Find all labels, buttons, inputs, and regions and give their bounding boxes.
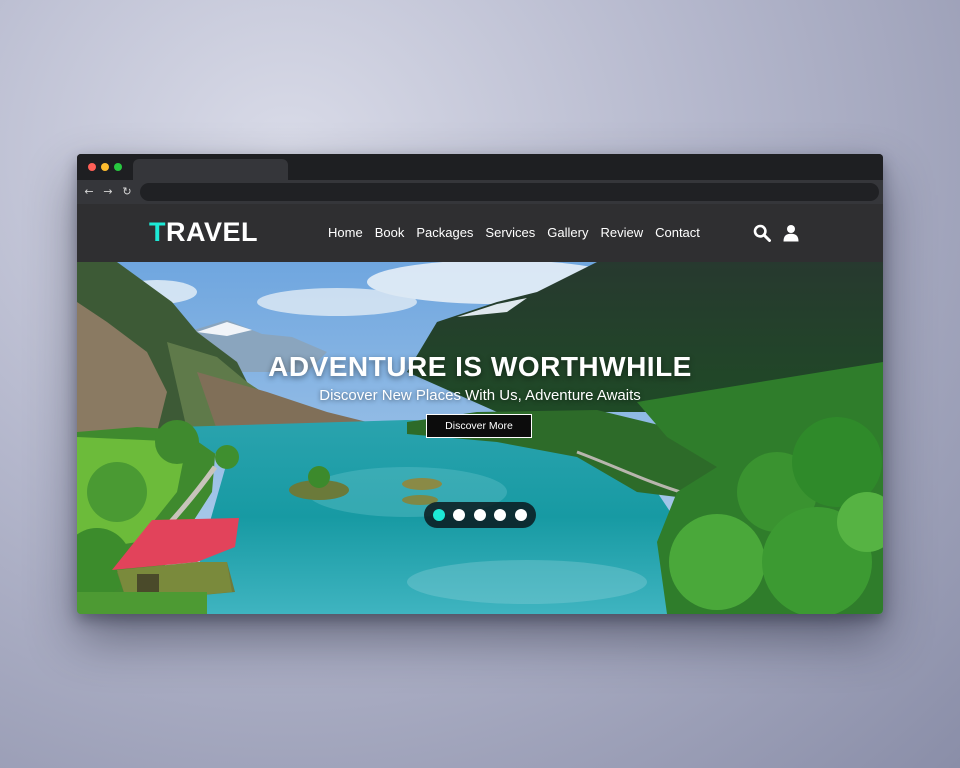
discover-more-button[interactable]: Discover More (426, 414, 532, 438)
site-logo[interactable]: TRAVEL (149, 217, 258, 248)
browser-tab[interactable] (133, 159, 288, 180)
slider-pagination (424, 502, 536, 528)
browser-titlebar (77, 154, 883, 180)
nav-link-gallery[interactable]: Gallery (547, 225, 588, 240)
user-icon[interactable] (782, 224, 800, 242)
nav-link-home[interactable]: Home (328, 225, 363, 240)
reload-icon[interactable]: ↻ (120, 184, 134, 200)
slide-dot-2[interactable] (453, 509, 465, 521)
back-arrow-icon[interactable]: ← (82, 184, 96, 200)
slide-dot-3[interactable] (474, 509, 486, 521)
slide-dot-4[interactable] (494, 509, 506, 521)
nav-link-contact[interactable]: Contact (655, 225, 700, 240)
site-header: TRAVEL Home Book Packages Services Galle… (77, 204, 883, 262)
minimize-window-icon[interactable] (101, 163, 109, 171)
logo-accent-letter: T (149, 217, 166, 247)
forward-arrow-icon[interactable]: → (101, 184, 115, 200)
hero-title: ADVENTURE IS WORTHWHILE (268, 351, 692, 382)
slide-dot-1[interactable] (433, 509, 445, 521)
browser-window: ← → ↻ TRAVEL Home Book Packages Services… (77, 154, 883, 614)
search-icon[interactable] (753, 224, 771, 242)
main-nav: Home Book Packages Services Gallery Revi… (328, 225, 700, 240)
hero-section: ADVENTURE IS WORTHWHILE Discover New Pla… (77, 262, 883, 614)
hero-background-image (77, 262, 883, 614)
slide-dot-5[interactable] (515, 509, 527, 521)
nav-link-book[interactable]: Book (375, 225, 405, 240)
browser-toolbar: ← → ↻ (77, 180, 883, 204)
close-window-icon[interactable] (88, 163, 96, 171)
hero-subtitle: Discover New Places With Us, Adventure A… (319, 387, 641, 404)
website: TRAVEL Home Book Packages Services Galle… (77, 204, 883, 614)
address-bar[interactable] (140, 183, 879, 201)
nav-link-review[interactable]: Review (600, 225, 643, 240)
logo-text: RAVEL (166, 217, 259, 247)
nav-link-packages[interactable]: Packages (416, 225, 473, 240)
nav-link-services[interactable]: Services (485, 225, 535, 240)
maximize-window-icon[interactable] (114, 163, 122, 171)
